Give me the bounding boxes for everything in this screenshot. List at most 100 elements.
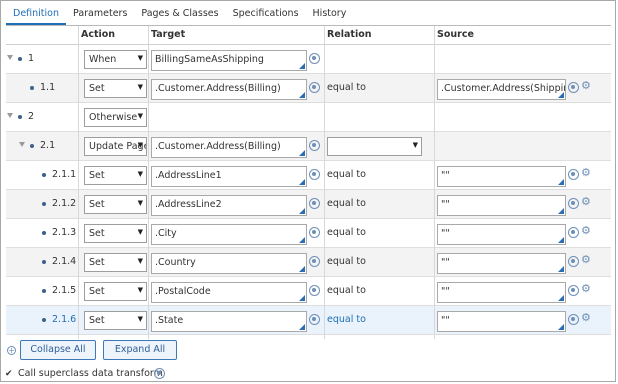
source-input[interactable]: ""	[437, 195, 566, 216]
gear-icon[interactable]: ⚙	[581, 312, 591, 324]
crosshair-icon[interactable]	[568, 256, 579, 267]
action-select[interactable]: Update Page ▼	[84, 137, 147, 156]
target-input[interactable]: .AddressLine1	[151, 166, 307, 187]
source-input[interactable]: ""	[437, 253, 566, 274]
crosshair-icon[interactable]	[154, 368, 165, 379]
source-value: ""	[441, 199, 450, 210]
step-number: 2.1.6	[52, 314, 77, 325]
source-input[interactable]: .Customer.Address(Shipping)	[437, 79, 566, 100]
tab-history[interactable]: History	[306, 5, 354, 25]
action-select[interactable]: Otherwise ▼	[84, 108, 147, 127]
crosshair-icon[interactable]	[309, 169, 320, 180]
target-input[interactable]: BillingSameAsShipping	[151, 50, 307, 71]
target-input[interactable]: .Country	[151, 253, 307, 274]
target-value: .AddressLine2	[155, 199, 222, 210]
step-number: 2.1.5	[52, 285, 77, 296]
crosshair-icon[interactable]	[309, 82, 320, 93]
expand-toggle-icon[interactable]	[19, 142, 25, 147]
column-header-relation: Relation	[327, 29, 372, 40]
source-input[interactable]: ""	[437, 282, 566, 303]
crosshair-icon[interactable]	[568, 169, 579, 180]
source-input[interactable]: ""	[437, 224, 566, 245]
crosshair-icon[interactable]	[309, 53, 320, 64]
action-select[interactable]: Set ▼	[84, 282, 147, 301]
crosshair-icon[interactable]	[309, 140, 320, 151]
action-select[interactable]: Set ▼	[84, 253, 147, 272]
source-value: .Customer.Address(Shipping)	[441, 83, 566, 94]
bullet-icon	[18, 57, 22, 61]
step-number: 1	[28, 53, 35, 64]
crosshair-icon[interactable]	[568, 285, 579, 296]
expand-toggle-icon[interactable]	[7, 113, 13, 118]
autocomplete-corner-icon	[558, 92, 564, 98]
column-header-target: Target	[151, 29, 186, 40]
step-row[interactable]: 2.1.2 Set ▼ .AddressLine2 equal to "" ⚙	[6, 190, 611, 219]
target-input[interactable]: .Customer.Address(Billing)	[151, 79, 307, 100]
target-input[interactable]: .PostalCode	[151, 282, 307, 303]
action-select[interactable]: Set ▼	[84, 79, 147, 98]
step-row[interactable]: 2.1.6 Set ▼ .State equal to "" ⚙	[6, 306, 611, 335]
step-row[interactable]: 2.1.3 Set ▼ .City equal to "" ⚙	[6, 219, 611, 248]
source-value: ""	[441, 315, 450, 326]
tab-parameters[interactable]: Parameters	[66, 5, 134, 25]
autocomplete-corner-icon	[299, 266, 305, 272]
crosshair-icon[interactable]	[568, 227, 579, 238]
dropdown-arrow-icon: ▼	[137, 83, 143, 91]
step-row[interactable]: 2.1.4 Set ▼ .Country equal to "" ⚙	[6, 248, 611, 277]
step-number: 2.1.3	[52, 227, 77, 238]
add-row-icon[interactable]: +	[7, 346, 16, 355]
gear-icon[interactable]: ⚙	[581, 283, 591, 295]
crosshair-icon[interactable]	[568, 314, 579, 325]
source-input[interactable]: ""	[437, 311, 566, 332]
target-input[interactable]: .AddressLine2	[151, 195, 307, 216]
step-row[interactable]: 2 Otherwise ▼	[6, 103, 611, 132]
tab-pages-classes[interactable]: Pages & Classes	[134, 5, 225, 25]
bullet-icon	[42, 318, 46, 322]
superclass-label: Call superclass data transform	[18, 368, 163, 379]
step-row[interactable]: 2.1 Update Page ▼ .Customer.Address(Billing…	[6, 132, 611, 161]
action-select[interactable]: Set ▼	[84, 311, 147, 330]
action-select[interactable]: Set ▼	[84, 166, 147, 185]
tab-specifications[interactable]: Specifications	[226, 5, 306, 25]
action-value: Set	[89, 228, 105, 239]
gear-icon[interactable]: ⚙	[581, 80, 591, 92]
column-divider	[78, 26, 79, 339]
data-transform-editor: Definition Parameters Pages & Classes Sp…	[0, 0, 616, 382]
crosshair-icon[interactable]	[309, 198, 320, 209]
autocomplete-corner-icon	[299, 208, 305, 214]
collapse-all-button[interactable]: Collapse All	[20, 340, 96, 360]
target-input[interactable]: .Customer.Address(Billing)	[151, 137, 307, 158]
action-value: Set	[89, 83, 105, 94]
target-input[interactable]: .City	[151, 224, 307, 245]
gear-icon[interactable]: ⚙	[581, 167, 591, 179]
gear-icon[interactable]: ⚙	[581, 254, 591, 266]
action-select[interactable]: When ▼	[84, 50, 147, 69]
step-row[interactable]: 2.1.1 Set ▼ .AddressLine1 equal to "" ⚙	[6, 161, 611, 190]
crosshair-icon[interactable]	[568, 82, 579, 93]
step-row[interactable]: 1.1 Set ▼ .Customer.Address(Billing) equal t…	[6, 74, 611, 103]
crosshair-icon[interactable]	[309, 314, 320, 325]
crosshair-icon[interactable]	[309, 227, 320, 238]
action-select[interactable]: Set ▼	[84, 195, 147, 214]
target-input[interactable]: .State	[151, 311, 307, 332]
dropdown-arrow-icon: ▼	[137, 286, 143, 294]
autocomplete-corner-icon	[299, 150, 305, 156]
step-row[interactable]: 2.1.5 Set ▼ .PostalCode equal to "" ⚙	[6, 277, 611, 306]
step-row[interactable]: 1 When ▼ BillingSameAsShipping	[6, 45, 611, 74]
tab-definition[interactable]: Definition	[6, 5, 67, 25]
source-input[interactable]: ""	[437, 166, 566, 187]
crosshair-icon[interactable]	[309, 285, 320, 296]
checkmark-icon[interactable]: ✔	[5, 369, 13, 379]
crosshair-icon[interactable]	[309, 256, 320, 267]
expand-toggle-icon[interactable]	[7, 55, 13, 60]
relation-select[interactable]: ▼	[327, 137, 422, 156]
expand-all-button[interactable]: Expand All	[103, 340, 177, 360]
step-number: 1.1	[40, 82, 56, 93]
crosshair-icon[interactable]	[568, 198, 579, 209]
gear-icon[interactable]: ⚙	[581, 196, 591, 208]
action-value: Otherwise	[89, 112, 138, 123]
action-value: Set	[89, 170, 105, 181]
gear-icon[interactable]: ⚙	[581, 225, 591, 237]
action-select[interactable]: Set ▼	[84, 224, 147, 243]
step-number: 2.1.4	[52, 256, 77, 267]
